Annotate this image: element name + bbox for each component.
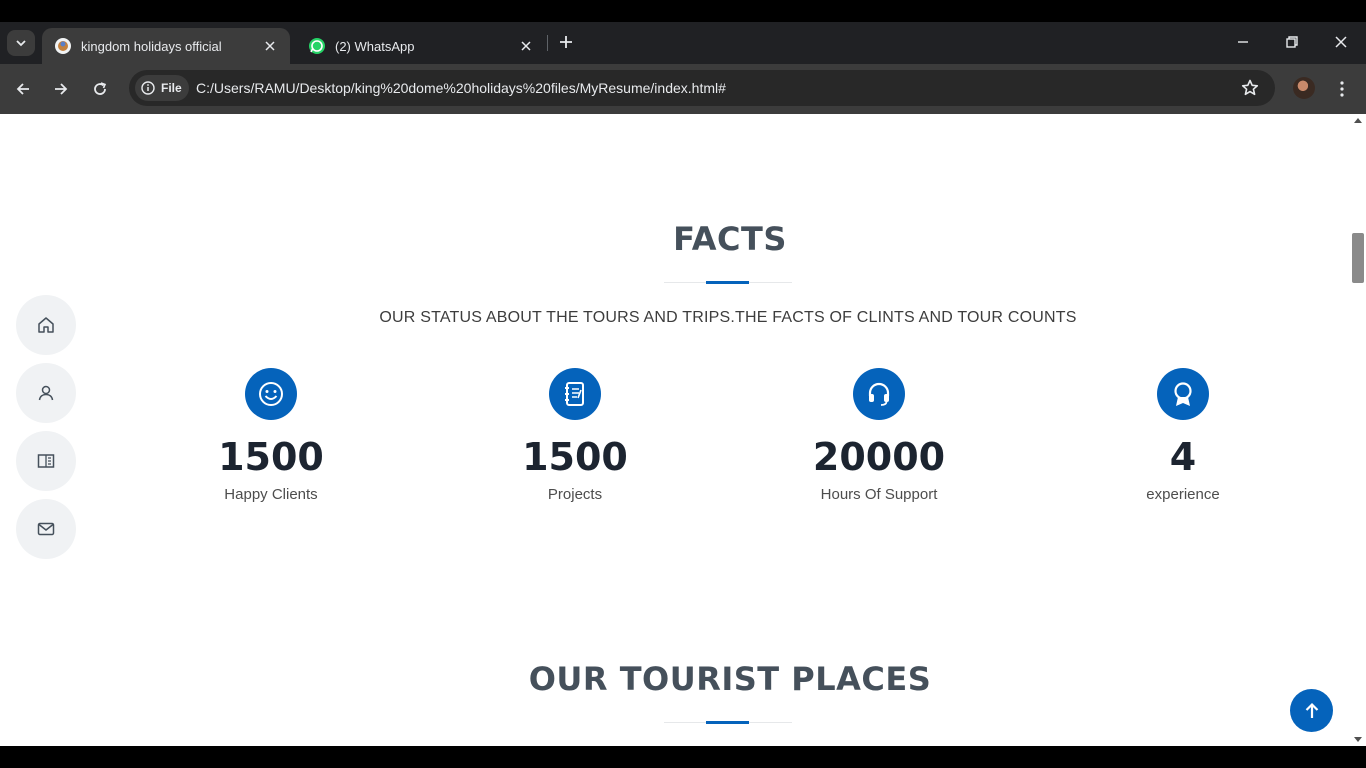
- letterbox-bottom: [0, 746, 1366, 768]
- profile-avatar[interactable]: [1293, 77, 1315, 99]
- forward-button[interactable]: [49, 77, 73, 101]
- close-icon: [1335, 36, 1347, 48]
- award-icon: [1157, 368, 1209, 420]
- site-info-chip[interactable]: File: [135, 75, 189, 101]
- close-tab-icon[interactable]: [518, 38, 534, 54]
- nav-about-button[interactable]: [16, 363, 76, 423]
- browser-toolbar: File C:/Users/RAMU/Desktop/king%20dome%2…: [0, 64, 1366, 114]
- bookmark-star-icon[interactable]: [1240, 78, 1260, 98]
- arrow-left-icon: [16, 83, 29, 95]
- address-bar[interactable]: File C:/Users/RAMU/Desktop/king%20dome%2…: [129, 70, 1275, 106]
- arrow-right-icon: [55, 83, 68, 95]
- journal-icon: [549, 368, 601, 420]
- letterbox-top: [0, 0, 1366, 22]
- scroll-up-arrow[interactable]: [1354, 118, 1362, 123]
- url-text[interactable]: C:/Users/RAMU/Desktop/king%20dome%20holi…: [196, 80, 726, 96]
- chrome-globe-icon: [54, 37, 72, 55]
- tab-search-button[interactable]: [7, 30, 35, 56]
- fact-value: 1500: [522, 435, 628, 479]
- tab-kingdom-holidays[interactable]: kingdom holidays official: [42, 28, 290, 64]
- fact-hours-of-support: 20000 Hours Of Support: [749, 368, 1009, 503]
- fact-value: 1500: [218, 435, 324, 479]
- fact-projects: 1500 Projects: [445, 368, 705, 503]
- fact-happy-clients: 1500 Happy Clients: [141, 368, 401, 503]
- page-scrollbar[interactable]: [1350, 114, 1366, 746]
- title-accent-bar: [706, 281, 749, 284]
- tab-strip: kingdom holidays official (2) WhatsApp: [0, 22, 1366, 64]
- restore-icon: [1286, 36, 1298, 48]
- fact-value: 4: [1169, 435, 1197, 479]
- fact-label: Hours Of Support: [820, 486, 938, 503]
- browser-menu-button[interactable]: [1334, 77, 1350, 101]
- headset-icon: [853, 368, 905, 420]
- chevron-down-icon: [16, 40, 26, 47]
- book-icon: [37, 454, 55, 468]
- new-tab-button[interactable]: [555, 31, 577, 53]
- page-viewport: FACTS OUR STATUS ABOUT THE TOURS AND TRI…: [0, 114, 1366, 746]
- fact-experience: 4 experience: [1053, 368, 1313, 503]
- close-tab-icon[interactable]: [262, 38, 278, 54]
- tab-title: kingdom holidays official: [81, 38, 222, 54]
- close-window-button[interactable]: [1330, 31, 1352, 53]
- minimize-button[interactable]: [1232, 31, 1254, 53]
- smiley-icon: [245, 368, 297, 420]
- nav-resume-button[interactable]: [16, 431, 76, 491]
- fact-label: Projects: [547, 486, 603, 503]
- nav-contact-button[interactable]: [16, 499, 76, 559]
- whatsapp-icon: [308, 37, 326, 55]
- reload-button[interactable]: [88, 77, 112, 101]
- person-icon: [38, 385, 54, 401]
- back-to-top-button[interactable]: [1290, 689, 1333, 732]
- more-vertical-icon: [1340, 81, 1344, 97]
- scroll-thumb[interactable]: [1352, 233, 1364, 283]
- scroll-down-arrow[interactable]: [1354, 737, 1362, 742]
- mail-icon: [37, 522, 55, 536]
- reload-icon: [94, 82, 107, 95]
- places-title: OUR TOURIST PLACES: [528, 660, 932, 698]
- fact-label: experience: [1146, 486, 1220, 503]
- fact-value: 20000: [812, 435, 946, 479]
- plus-icon: [560, 36, 572, 48]
- tab-title: (2) WhatsApp: [335, 38, 415, 54]
- arrow-up-icon: [1305, 702, 1318, 718]
- facts-subtitle: OUR STATUS ABOUT THE TOURS AND TRIPS.THE…: [379, 309, 1077, 326]
- minimize-icon: [1238, 41, 1248, 43]
- info-icon: [141, 81, 155, 95]
- tab-whatsapp[interactable]: (2) WhatsApp: [296, 28, 546, 64]
- back-button[interactable]: [11, 77, 35, 101]
- site-chip-label: File: [161, 81, 182, 95]
- fact-label: Happy Clients: [224, 486, 318, 503]
- facts-title: FACTS: [673, 220, 787, 258]
- tab-separator: [547, 35, 548, 51]
- title-accent-bar: [706, 721, 749, 724]
- restore-button[interactable]: [1281, 31, 1303, 53]
